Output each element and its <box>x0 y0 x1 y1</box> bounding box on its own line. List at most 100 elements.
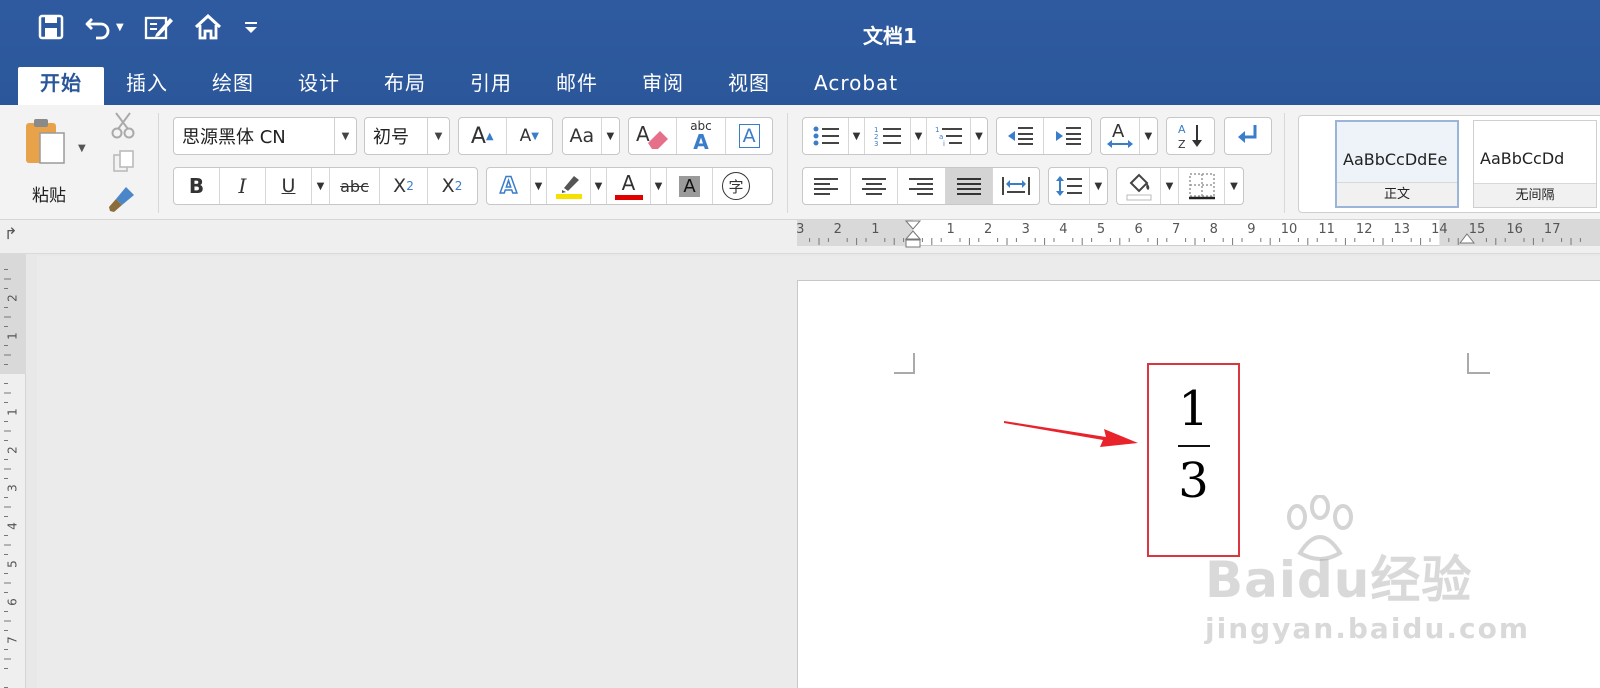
change-case-button[interactable]: Aa <box>563 118 602 154</box>
chevron-down-icon[interactable]: ▼ <box>849 118 865 154</box>
vertical-ruler[interactable]: 2 1 1 2 3 4 5 6 7 <box>0 254 26 688</box>
style-no-spacing[interactable]: AaBbCcDd 无间隔 <box>1473 120 1597 208</box>
chevron-down-icon[interactable]: ▼ <box>591 168 607 204</box>
numbered-list-button[interactable]: 123 <box>865 118 911 154</box>
align-right-button[interactable] <box>898 168 946 204</box>
increase-indent-button[interactable] <box>1044 118 1091 154</box>
tab-mailings[interactable]: 邮件 <box>534 67 620 105</box>
tab-view[interactable]: 视图 <box>706 67 792 105</box>
character-border-button[interactable]: A <box>726 118 772 154</box>
fraction-equation[interactable]: 1 3 <box>1150 381 1237 521</box>
strikethrough-button[interactable]: abc <box>330 168 380 204</box>
svg-text:3: 3 <box>874 140 878 147</box>
paragraph-shading-button[interactable] <box>1117 168 1161 204</box>
borders-button[interactable] <box>1179 168 1225 204</box>
crop-mark-left <box>894 353 915 374</box>
underline-button[interactable]: U <box>266 168 312 204</box>
fraction-numerator: 1 <box>1178 381 1209 437</box>
distributed-button[interactable] <box>993 168 1039 204</box>
justify-button[interactable] <box>945 168 994 204</box>
character-border-label: A <box>738 124 760 148</box>
ruler-label: 4 <box>6 522 20 530</box>
chevron-down-icon[interactable]: ▼ <box>602 118 619 154</box>
font-name-dropdown[interactable]: 思源黑体 CN ▼ <box>173 117 357 155</box>
chevron-down-icon[interactable]: ▼ <box>1140 118 1157 154</box>
align-left-button[interactable] <box>803 168 851 204</box>
grow-font-button[interactable]: A ▲ <box>459 118 507 154</box>
text-effects-button[interactable]: A <box>487 168 531 204</box>
bullet-list-button[interactable] <box>803 118 849 154</box>
superscript-button[interactable]: X2 <box>428 168 476 204</box>
tab-selector-icon[interactable]: ↱ <box>4 224 24 244</box>
decrease-indent-button[interactable] <box>997 118 1045 154</box>
paste-label: 粘贴 <box>32 186 66 206</box>
tab-insert[interactable]: 插入 <box>104 67 190 105</box>
right-indent-marker-icon[interactable] <box>1459 233 1475 245</box>
tab-acrobat[interactable]: Acrobat <box>792 67 920 105</box>
tab-layout[interactable]: 布局 <box>362 67 448 105</box>
chevron-down-icon[interactable]: ▼ <box>651 168 667 204</box>
ruler-label: 2 <box>984 222 992 237</box>
ruler-label: 9 <box>1247 222 1255 237</box>
ruler-margin <box>0 254 26 374</box>
separator <box>1284 113 1285 213</box>
font-color-button[interactable]: A <box>607 168 651 204</box>
paste-dropdown-icon[interactable]: ▼ <box>78 143 86 154</box>
tab-references[interactable]: 引用 <box>448 67 534 105</box>
shading-label: A <box>679 175 700 197</box>
chevron-down-icon[interactable]: ▼ <box>971 118 987 154</box>
ruler-label: 2 <box>834 222 842 237</box>
text-direction-button[interactable]: A <box>1101 118 1140 154</box>
show-marks-button[interactable] <box>1224 117 1272 155</box>
indent-marker-icon[interactable] <box>904 220 922 248</box>
tab-draw[interactable]: 绘图 <box>190 67 276 105</box>
align-center-button[interactable] <box>851 168 899 204</box>
highlight-button[interactable] <box>547 168 591 204</box>
style-name: 正文 <box>1337 182 1457 206</box>
chevron-down-icon[interactable]: ▼ <box>312 168 330 204</box>
subscript-label: X <box>393 175 407 197</box>
subscript-button[interactable]: X2 <box>380 168 428 204</box>
shading-button[interactable]: A <box>667 168 713 204</box>
chevron-down-icon[interactable]: ▼ <box>911 118 927 154</box>
crop-mark-right <box>1467 353 1490 374</box>
enclose-character-button[interactable]: 字 <box>713 168 759 204</box>
shrink-font-button[interactable]: A ▼ <box>507 118 553 154</box>
tab-home[interactable]: 开始 <box>18 67 104 105</box>
font-size-dropdown[interactable]: 初号 ▼ <box>364 117 450 155</box>
justify-icon <box>957 178 982 195</box>
line-spacing-button[interactable] <box>1049 168 1090 204</box>
document-title: 文档1 <box>863 24 917 48</box>
chevron-down-icon[interactable]: ▼ <box>531 168 547 204</box>
italic-button[interactable]: I <box>220 168 266 204</box>
bold-label: B <box>188 174 205 198</box>
font-name-value: 思源黑体 CN <box>182 127 286 148</box>
ruler-label: 13 <box>1394 222 1411 237</box>
cut-icon[interactable] <box>110 111 136 143</box>
watermark-url: jingyan.baidu.com <box>1205 612 1531 645</box>
text-effects-group: A ▼ ▼ A ▼ A 字 <box>486 167 773 205</box>
italic-label: I <box>238 174 247 198</box>
bold-button[interactable]: B <box>174 168 220 204</box>
phonetic-guide-button[interactable]: abc A <box>677 118 727 154</box>
paste-button[interactable]: ▼ 粘贴 <box>18 113 90 206</box>
tab-design[interactable]: 设计 <box>276 67 362 105</box>
font-size-value: 初号 <box>373 127 409 148</box>
sort-button[interactable]: A Z <box>1166 117 1215 155</box>
horizontal-ruler[interactable]: 3 2 1 1 2 3 4 5 6 7 8 9 10 11 12 13 14 15 16 17 <box>797 220 1600 248</box>
tab-review[interactable]: 审阅 <box>620 67 706 105</box>
ruler-label: 1 <box>6 408 20 416</box>
chevron-down-icon[interactable]: ▼ <box>1161 168 1179 204</box>
style-normal[interactable]: AaBbCcDdEe 正文 <box>1335 120 1459 208</box>
sort-z-label: Z <box>1178 138 1186 151</box>
format-painter-icon[interactable] <box>108 185 136 217</box>
copy-icon[interactable] <box>112 149 136 179</box>
multilevel-list-button[interactable]: 1ai <box>927 118 971 154</box>
clear-formatting-button[interactable]: A <box>629 118 677 154</box>
chevron-down-icon[interactable]: ▼ <box>1090 168 1107 204</box>
font-color-label: A <box>621 170 636 195</box>
chevron-down-icon[interactable]: ▼ <box>1225 168 1243 204</box>
increase-indent-icon <box>1055 127 1081 145</box>
eraser-icon: A <box>636 122 669 149</box>
font-size-adjust-group: A ▲ A ▼ <box>458 117 553 155</box>
